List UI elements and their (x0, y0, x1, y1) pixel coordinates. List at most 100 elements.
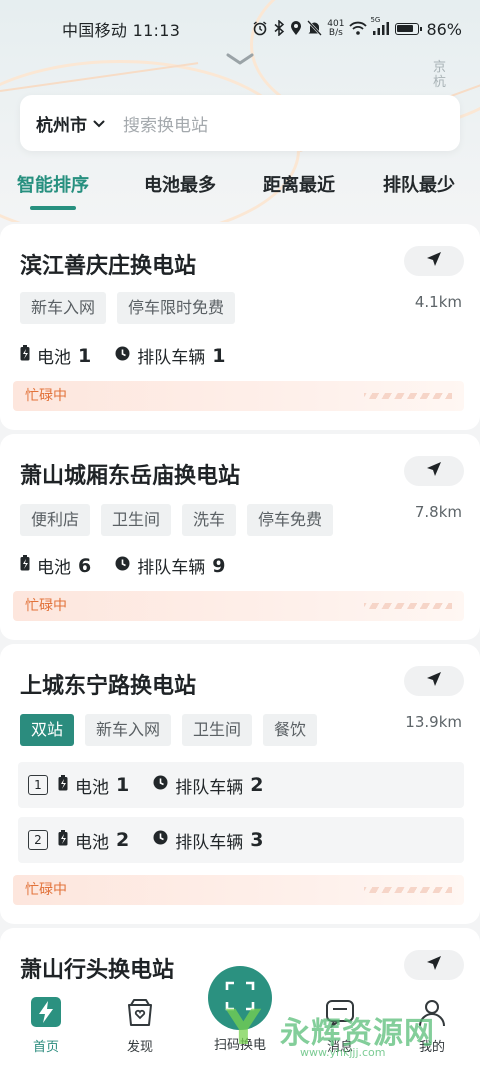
lightning-icon (30, 996, 62, 1032)
navigation-arrow-icon (426, 955, 442, 975)
busy-stripes (364, 887, 452, 893)
nav-label: 发现 (126, 1040, 153, 1055)
nav-discover[interactable]: 发现 (100, 996, 180, 1055)
net-speed: 401 B/s (327, 20, 344, 38)
search-input[interactable]: 搜索换电站 (123, 111, 208, 136)
clock-icon (115, 346, 130, 366)
navigation-arrow-icon (426, 251, 442, 271)
station-name: 上城东宁路换电站 (20, 674, 197, 699)
signal-icon: 5G (370, 16, 390, 38)
queue-count: 3 (250, 829, 264, 851)
station-tags: 便利店 卫生间 洗车 停车免费 (20, 504, 334, 536)
busy-status-label: 忙碌中 (25, 598, 67, 614)
navigate-button[interactable] (404, 246, 464, 276)
alarm-icon (252, 20, 268, 39)
station-stats: 电池 6 排队车辆 9 (20, 553, 249, 578)
battery-level (397, 25, 414, 32)
navigation-arrow-icon (426, 461, 442, 481)
station-tag: 停车免费 (247, 504, 334, 536)
city-name: 杭州市 (36, 115, 87, 136)
clock-icon (153, 830, 168, 850)
station-tags: 新车入网 停车限时免费 (20, 292, 236, 324)
battery-count: 1 (116, 774, 130, 796)
battery-icon (395, 23, 423, 35)
battery-stat: 电池 2 (58, 828, 129, 853)
tab-label: 电池最多 (144, 175, 216, 196)
queue-stat: 排队车辆 1 (115, 343, 225, 368)
map-label: 京杭 (433, 60, 447, 90)
station-tag: 餐饮 (263, 714, 318, 746)
busy-stripes (364, 393, 452, 399)
queue-label: 排队车辆 (137, 558, 206, 578)
city-selector[interactable]: 杭州市 (36, 111, 105, 136)
navigate-button[interactable] (404, 666, 464, 696)
station-card[interactable]: 上城东宁路换电站 13.9km 双站 新车入网 卫生间 餐饮 1 电池 1 排队… (0, 644, 480, 924)
dual-station-tag: 双站 (20, 714, 75, 746)
busy-status-label: 忙碌中 (25, 388, 67, 404)
queue-stat: 排队车辆 9 (115, 553, 225, 578)
clock-icon (153, 775, 168, 795)
station-tag: 新车入网 (20, 292, 107, 324)
battery-label: 电池 (37, 558, 71, 578)
station-distance: 4.1km (414, 293, 462, 311)
busy-status: 忙碌中 (13, 591, 464, 621)
station-tags: 双站 新车入网 卫生间 餐饮 (20, 714, 318, 746)
station-card[interactable]: 萧山城厢东岳庙换电站 7.8km 便利店 卫生间 洗车 停车免费 电池 6 排队… (0, 434, 480, 640)
station-distance: 7.8km (414, 503, 462, 521)
wifi-icon (349, 21, 368, 38)
queue-label: 排队车辆 (137, 348, 206, 368)
station-tag: 洗车 (182, 504, 237, 536)
battery-stat: 电池 1 (58, 773, 129, 798)
queue-count: 1 (212, 344, 226, 367)
battery-charging-icon (58, 829, 68, 851)
nav-label: 首页 (32, 1040, 59, 1055)
station-tag: 停车限时免费 (117, 292, 236, 324)
nav-home[interactable]: 首页 (6, 996, 86, 1055)
tab-smart-sort[interactable]: 智能排序 (17, 168, 89, 214)
chevron-down-icon[interactable] (224, 50, 256, 68)
battery-charging-icon (20, 345, 30, 366)
tab-nearest[interactable]: 距离最近 (263, 168, 335, 214)
navigate-button[interactable] (404, 456, 464, 486)
tab-shortest-queue[interactable]: 排队最少 (383, 168, 455, 214)
station-tag: 新车入网 (85, 714, 172, 746)
navigate-button[interactable] (404, 950, 464, 980)
busy-status: 忙碌中 (13, 381, 464, 411)
tab-label: 距离最近 (263, 175, 335, 196)
battery-count: 2 (116, 829, 130, 851)
battery-label: 电池 (37, 348, 71, 368)
busy-status-label: 忙碌中 (25, 882, 67, 898)
navigation-arrow-icon (426, 671, 442, 691)
station-card[interactable]: 滨江善庆庄换电站 4.1km 新车入网 停车限时免费 电池 1 排队车辆 1 忙… (0, 224, 480, 430)
battery-stat: 电池 6 (20, 553, 91, 578)
clock-icon (115, 556, 130, 576)
battery-charging-icon (20, 555, 30, 576)
battery-count: 1 (78, 344, 92, 367)
queue-stat: 排队车辆 2 (153, 773, 263, 798)
bluetooth-icon (273, 18, 285, 39)
station-name: 萧山城厢东岳庙换电站 (20, 464, 241, 489)
battery-label: 电池 (75, 832, 109, 853)
queue-count: 9 (212, 554, 226, 577)
tab-most-batteries[interactable]: 电池最多 (144, 168, 216, 214)
sub-station-row: 1 电池 1 排队车辆 2 (18, 762, 464, 808)
net-speed-unit: B/s (328, 28, 343, 38)
battery-percent: 86% (426, 19, 462, 39)
station-tag: 便利店 (20, 504, 91, 536)
station-name: 萧山行头换电站 (20, 958, 175, 983)
station-stats: 电池 1 排队车辆 1 (20, 343, 249, 368)
location-icon (290, 20, 302, 39)
battery-charging-icon (58, 774, 68, 796)
queue-label: 排队车辆 (175, 832, 244, 853)
sort-tabs: 智能排序 电池最多 距离最近 排队最少 (0, 168, 480, 214)
queue-count: 2 (250, 774, 264, 796)
station-distance: 13.9km (405, 713, 462, 731)
busy-status: 忙碌中 (13, 875, 464, 905)
sub-station-index: 2 (28, 830, 48, 850)
carrier-time: 中国移动 11:13 (62, 21, 181, 40)
mute-icon (307, 19, 323, 39)
battery-stat: 电池 1 (20, 343, 91, 368)
busy-stripes (364, 603, 452, 609)
battery-label: 电池 (75, 777, 109, 798)
station-tag: 卫生间 (101, 504, 172, 536)
